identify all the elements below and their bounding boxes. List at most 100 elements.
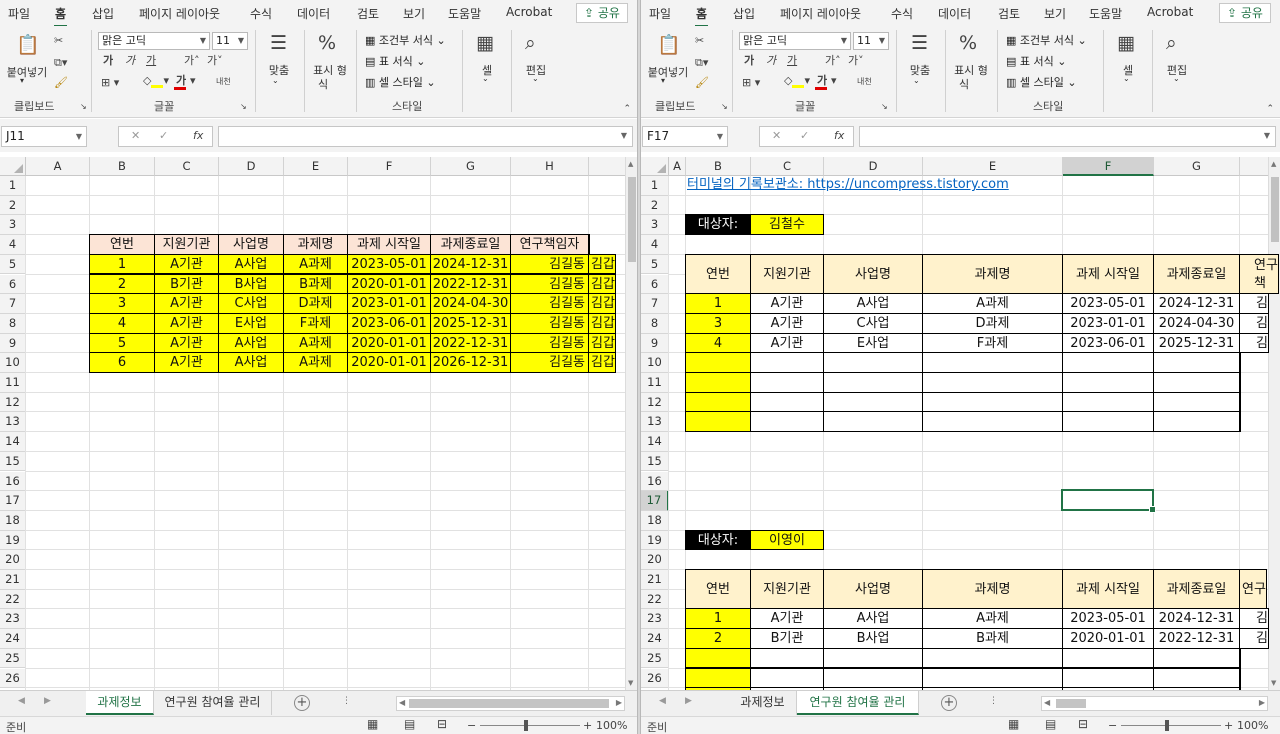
cell[interactable]: 김갑 (588, 312, 616, 334)
cell[interactable]: 2022-12-31 (1153, 628, 1240, 649)
row-header[interactable]: 4 (0, 235, 26, 255)
cell[interactable]: B과제 (283, 273, 348, 295)
cell[interactable]: 김길동 (510, 293, 589, 314)
cell[interactable]: 김갑 (588, 273, 616, 295)
cell[interactable] (823, 391, 923, 413)
cell[interactable]: A기관 (750, 332, 824, 354)
row-header[interactable]: 14 (0, 432, 26, 452)
menu-9[interactable]: Acrobat (1147, 5, 1193, 19)
cell[interactable]: A기관 (154, 332, 219, 354)
cell[interactable] (1062, 352, 1154, 373)
cell[interactable]: 김갑 (588, 332, 616, 354)
horizontal-scrollbar[interactable]: ◀ ▶ (396, 696, 625, 711)
row-header[interactable]: 13 (0, 412, 26, 433)
cell[interactable] (922, 647, 1063, 669)
scroll-thumb[interactable] (1056, 699, 1086, 708)
cell[interactable] (685, 647, 751, 669)
border-icon[interactable]: ⊞ ▾ (101, 76, 119, 90)
align-dropdown-icon[interactable]: ⌄ (913, 76, 920, 85)
bold-icon[interactable]: 가 (744, 54, 754, 68)
scroll-up-icon[interactable]: ▲ (628, 160, 633, 168)
font-shrink-icon[interactable]: 가˅ (207, 54, 223, 68)
cell[interactable]: A기관 (154, 312, 219, 334)
cell[interactable] (1239, 647, 1241, 669)
row-header[interactable]: 2 (641, 195, 669, 216)
border-icon[interactable]: ⊞ ▾ (742, 76, 760, 90)
cell[interactable]: 지원기관 (750, 253, 824, 295)
cell[interactable]: 5 (89, 332, 155, 354)
cell[interactable]: 2024-12-31 (430, 253, 511, 275)
tab-next-icon[interactable]: ▶ (685, 696, 692, 706)
row-header[interactable]: 22 (0, 589, 26, 610)
cell[interactable]: 연번 (89, 234, 155, 255)
cell[interactable]: B사업 (218, 273, 284, 295)
align-icon[interactable]: ☰ (911, 32, 928, 54)
share-button[interactable]: ⇪ 공유 (576, 3, 628, 23)
menu-0[interactable]: 파일 (8, 5, 30, 22)
row-header[interactable]: 10 (641, 353, 669, 373)
font-grow-icon[interactable]: 가˄ (184, 54, 200, 68)
cell[interactable] (1153, 372, 1240, 393)
cell[interactable] (922, 667, 1063, 689)
cell[interactable]: 대상자: (685, 529, 751, 551)
menu-1[interactable]: 홈 (53, 5, 68, 27)
paste-icon[interactable]: 📋 (657, 34, 681, 56)
row-header[interactable]: 15 (641, 451, 669, 472)
row-header[interactable]: 20 (641, 550, 669, 570)
cell[interactable]: B사업 (823, 628, 923, 649)
cell[interactable]: 김 (1239, 628, 1269, 649)
share-button[interactable]: ⇪ 공유 (1219, 3, 1271, 23)
cell[interactable] (823, 667, 923, 689)
row-header[interactable]: 18 (0, 510, 26, 531)
cell[interactable]: 과제 시작일 (347, 234, 431, 255)
row-header[interactable]: 12 (641, 392, 669, 413)
number-format-label2[interactable]: 식 (316, 76, 330, 92)
phonetic-icon[interactable]: 내천 (857, 75, 872, 89)
tab-prev-icon[interactable]: ◀ (659, 696, 666, 706)
cell[interactable] (1062, 372, 1154, 393)
cell[interactable]: 과제종료일 (1153, 253, 1240, 295)
cell[interactable] (1062, 411, 1154, 433)
cell[interactable]: 김길동 (510, 332, 589, 354)
cell[interactable]: 과제 시작일 (1062, 253, 1154, 295)
font-name-select[interactable]: 맑은 고딕 ▼ (739, 32, 851, 50)
row-header[interactable]: 17 (641, 491, 669, 511)
cell[interactable]: E사업 (218, 312, 284, 334)
menu-2[interactable]: 삽입 (92, 5, 114, 22)
row-header[interactable]: 9 (0, 333, 26, 354)
cell[interactable]: A사업 (823, 608, 923, 630)
row-header[interactable]: 19 (641, 530, 669, 551)
page-layout-icon[interactable]: ▤ (404, 717, 415, 731)
menu-5[interactable]: 데이터 (938, 5, 971, 22)
row-header[interactable]: 16 (641, 471, 669, 492)
cell[interactable]: 2020-01-01 (347, 273, 431, 295)
cell[interactable]: 2024-04-30 (1153, 312, 1240, 334)
sheet-tab[interactable]: 연구원 참여율 관리 (797, 691, 919, 715)
cut-icon[interactable]: ✂ (54, 34, 63, 48)
column-header[interactable]: G (1154, 157, 1240, 176)
menu-0[interactable]: 파일 (649, 5, 671, 22)
cell[interactable]: 김갑 (588, 253, 616, 275)
cell[interactable]: 대상자: (685, 214, 751, 236)
row-header[interactable]: 24 (0, 629, 26, 649)
cell[interactable]: 2025-12-31 (430, 312, 511, 334)
scroll-thumb[interactable] (409, 699, 609, 708)
cell[interactable]: 3 (89, 293, 155, 314)
row-header[interactable]: 11 (0, 373, 26, 393)
row-header[interactable]: 19 (0, 530, 26, 551)
cell[interactable] (750, 372, 824, 393)
zoom-level[interactable]: 100% (596, 719, 627, 732)
row-header[interactable]: 1 (641, 176, 669, 196)
row-header[interactable]: 1 (0, 176, 26, 196)
zoom-out-button[interactable]: − (1108, 719, 1117, 732)
menu-3[interactable]: 페이지 레이아웃 (139, 5, 220, 22)
cell[interactable] (685, 411, 751, 433)
menu-8[interactable]: 도움말 (448, 5, 481, 22)
cell[interactable] (1153, 352, 1240, 373)
cell[interactable]: 김길동 (510, 352, 589, 373)
column-header[interactable]: C (751, 157, 824, 176)
cell[interactable] (1239, 391, 1241, 413)
cell[interactable]: 2023-01-01 (347, 293, 431, 314)
cell[interactable]: A사업 (218, 253, 284, 275)
row-header[interactable]: 6 (0, 274, 26, 295)
